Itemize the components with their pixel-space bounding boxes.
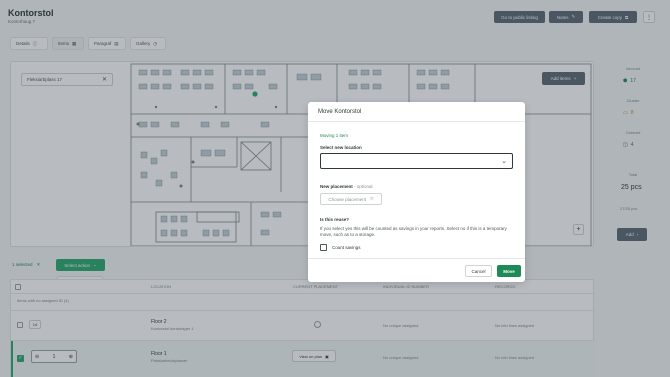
cancel-button[interactable]: Cancel [465, 265, 492, 277]
moving-text: Moving 1 item [320, 133, 349, 138]
choose-placement-label: Choose placement [328, 196, 366, 202]
placement-label: New placement [320, 184, 353, 189]
move-modal: Move Kontorstol Moving 1 item Select new… [308, 102, 525, 282]
modal-title: Move Kontorstol [318, 108, 362, 115]
reuse-description: If you select yes this will be counted a… [320, 226, 507, 237]
move-label: Move [503, 268, 515, 274]
modal-footer-divider [308, 258, 525, 259]
placement-optional: - optional [354, 184, 373, 189]
chevron-down-icon: ⌄ [501, 158, 507, 165]
cancel-label: Cancel [471, 268, 486, 274]
move-button[interactable]: Move [497, 265, 521, 277]
crosshair-icon: ⤧ [369, 196, 374, 202]
count-savings-checkbox[interactable] [320, 244, 327, 251]
count-savings-label: Count savings [332, 245, 361, 250]
location-label: Select new location [320, 145, 362, 150]
reuse-title: Is this reuse? [320, 217, 350, 222]
choose-placement-button[interactable]: Choose placement ⤧ [320, 193, 382, 205]
location-select[interactable]: ⌄ [320, 153, 513, 169]
modal-header: Move Kontorstol [308, 102, 525, 122]
